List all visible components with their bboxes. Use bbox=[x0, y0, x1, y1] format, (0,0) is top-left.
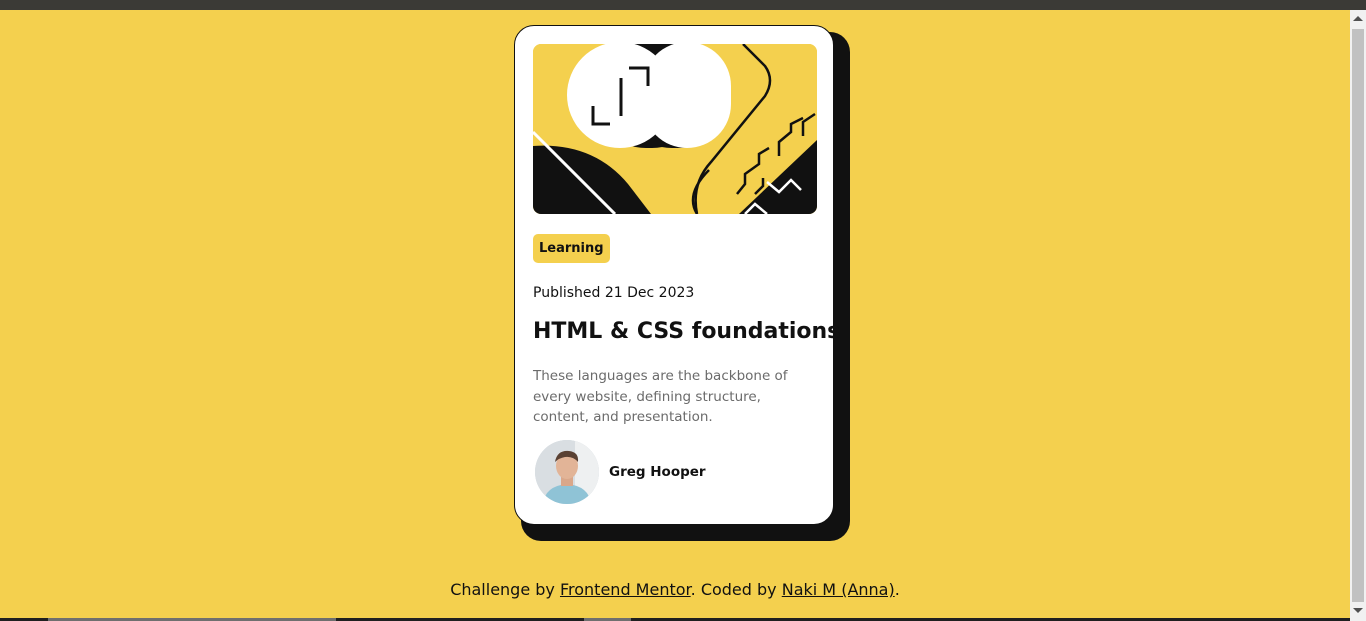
scrollbar-thumb[interactable] bbox=[1352, 29, 1364, 602]
blog-preview-card: Learning Published 21 Dec 2023 HTML & CS… bbox=[514, 25, 840, 525]
coder-link[interactable]: Naki M (Anna) bbox=[782, 580, 895, 599]
author: Greg Hooper bbox=[535, 440, 706, 504]
article-description: These languages are the backbone of ever… bbox=[533, 368, 788, 425]
article-title[interactable]: HTML & CSS foundations bbox=[533, 319, 840, 344]
scroll-up-icon[interactable] bbox=[1353, 16, 1363, 21]
author-name: Greg Hooper bbox=[609, 464, 706, 480]
author-avatar bbox=[535, 440, 599, 504]
published-date: Published 21 Dec 2023 bbox=[533, 285, 695, 301]
attribution-middle: . Coded by bbox=[690, 580, 782, 599]
scroll-down-icon[interactable] bbox=[1353, 608, 1363, 613]
vertical-scrollbar[interactable] bbox=[1350, 10, 1366, 621]
browser-top-bar bbox=[0, 0, 1366, 10]
article-illustration bbox=[533, 44, 817, 214]
category-tag: Learning bbox=[533, 234, 610, 263]
attribution-suffix: . bbox=[894, 580, 900, 599]
frontend-mentor-link[interactable]: Frontend Mentor bbox=[560, 580, 691, 599]
attribution-prefix: Challenge by bbox=[450, 580, 560, 599]
attribution: Challenge by Frontend Mentor. Coded by N… bbox=[0, 580, 1350, 599]
